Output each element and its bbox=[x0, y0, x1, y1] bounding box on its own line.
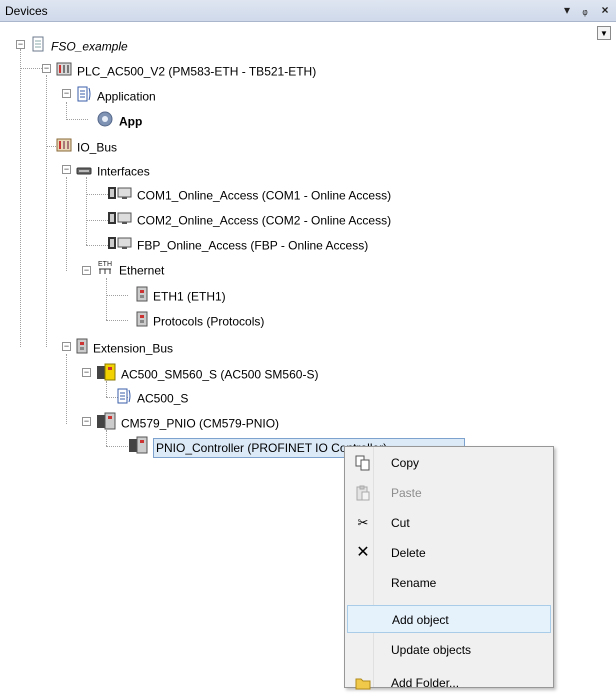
tree-label: App bbox=[119, 114, 143, 129]
application-icon bbox=[76, 86, 92, 107]
tree-item-com1[interactable]: COM1_Online_Access (COM1 - Online Access… bbox=[108, 185, 391, 203]
tree-label: AC500_SM560_S (AC500 SM560-S) bbox=[121, 367, 319, 382]
tree-label: Ethernet bbox=[119, 263, 165, 278]
plc-icon bbox=[56, 61, 72, 82]
menu-item-rename[interactable]: Rename bbox=[347, 569, 551, 597]
menu-item-add-object[interactable]: Add object bbox=[347, 605, 551, 633]
delete-x-icon: ✕ bbox=[356, 544, 370, 561]
menu-item-cut[interactable]: ✂ Cut bbox=[347, 509, 551, 537]
interfaces-icon bbox=[76, 161, 92, 182]
io-bus-icon bbox=[56, 137, 72, 158]
tree-label: IO_Bus bbox=[77, 140, 118, 155]
menu-item-label: Rename bbox=[391, 576, 437, 590]
paste-icon bbox=[355, 485, 371, 501]
tree-item-protocols[interactable]: Protocols (Protocols) bbox=[136, 311, 264, 329]
tree-label: ETH1 (ETH1) bbox=[153, 289, 226, 304]
collapse-toggle-interfaces[interactable]: − bbox=[62, 165, 71, 174]
panel-title: Devices bbox=[5, 4, 48, 18]
tree-label: FBP_Online_Access (FBP - Online Access) bbox=[137, 238, 369, 253]
online-access-icon bbox=[108, 185, 132, 206]
menu-item-label: Copy bbox=[391, 456, 420, 470]
module-icon bbox=[76, 338, 88, 359]
pin-icon[interactable]: ᵩ bbox=[578, 3, 592, 17]
tree-label: FSO_example bbox=[51, 39, 128, 54]
project-icon bbox=[30, 36, 46, 57]
svg-text:ETH: ETH bbox=[98, 261, 112, 268]
tree-item-extension-bus[interactable]: Extension_Bus bbox=[76, 338, 173, 356]
tree-label: COM1_Online_Access (COM1 - Online Access… bbox=[137, 188, 392, 203]
menu-item-label: Update objects bbox=[391, 643, 472, 657]
menu-item-label: Delete bbox=[391, 546, 426, 560]
tree-label: AC500_S bbox=[137, 391, 189, 406]
tree-label: Extension_Bus bbox=[93, 341, 174, 356]
tree-item-ethernet[interactable]: ETH Ethernet bbox=[96, 259, 165, 278]
tree-item-eth1[interactable]: ETH1 (ETH1) bbox=[136, 286, 226, 304]
tree-item-com2[interactable]: COM2_Online_Access (COM2 - Online Access… bbox=[108, 210, 391, 228]
collapse-toggle-ethernet[interactable]: − bbox=[82, 266, 91, 275]
menu-item-paste[interactable]: Paste bbox=[347, 479, 551, 507]
gear-icon bbox=[96, 110, 114, 133]
tree-item-sm560[interactable]: AC500_SM560_S (AC500 SM560-S) bbox=[96, 363, 319, 382]
collapse-toggle-cm579[interactable]: − bbox=[82, 417, 91, 426]
ethernet-icon: ETH bbox=[96, 259, 114, 282]
menu-item-delete[interactable]: ✕ Delete bbox=[347, 539, 551, 567]
module-icon bbox=[136, 311, 148, 332]
menu-item-copy[interactable]: Copy bbox=[347, 449, 551, 477]
tree-item-interfaces[interactable]: Interfaces bbox=[76, 161, 150, 179]
module-icon bbox=[136, 286, 148, 307]
tree-item-ac500-s[interactable]: AC500_S bbox=[116, 388, 188, 406]
tree-label: Application bbox=[97, 89, 156, 104]
menu-item-label: Cut bbox=[391, 516, 410, 530]
online-access-icon bbox=[108, 210, 132, 231]
tree-item-fbp[interactable]: FBP_Online_Access (FBP - Online Access) bbox=[108, 235, 368, 253]
collapse-toggle-extension-bus[interactable]: − bbox=[62, 342, 71, 351]
tree-label: CM579_PNIO (CM579-PNIO) bbox=[121, 416, 280, 431]
menu-item-update-objects[interactable]: Update objects bbox=[347, 636, 551, 664]
menu-item-label: Add Folder... bbox=[391, 676, 460, 690]
close-icon[interactable]: × bbox=[598, 3, 612, 17]
collapse-toggle-root[interactable]: − bbox=[16, 40, 25, 49]
dropdown-arrow-icon[interactable]: ▾ bbox=[560, 3, 574, 17]
tree-item-plc[interactable]: PLC_AC500_V2 (PM583-ETH - TB521-ETH) bbox=[56, 61, 316, 79]
communication-module-icon bbox=[96, 412, 116, 435]
tree-item-io-bus[interactable]: IO_Bus bbox=[56, 137, 117, 155]
tree-label: COM2_Online_Access (COM2 - Online Access… bbox=[137, 213, 392, 228]
folder-icon bbox=[355, 675, 371, 691]
menu-item-label: Add object bbox=[392, 613, 449, 627]
collapse-toggle-sm560[interactable]: − bbox=[82, 368, 91, 377]
tree-item-app[interactable]: App bbox=[96, 110, 143, 129]
devices-panel-titlebar: Devices ▾ ᵩ × bbox=[0, 0, 616, 22]
context-menu: Copy Paste ✂ Cut ✕ Delete Rename Add obj… bbox=[344, 446, 554, 690]
menu-item-label: Paste bbox=[391, 486, 422, 500]
communication-module-icon bbox=[128, 436, 148, 459]
copy-icon bbox=[355, 455, 371, 471]
tree-item-root[interactable]: FSO_example bbox=[30, 36, 128, 54]
tree-label: Interfaces bbox=[97, 164, 150, 179]
scissors-icon: ✂ bbox=[357, 515, 369, 530]
tree-label: Protocols (Protocols) bbox=[153, 314, 265, 329]
menu-item-add-folder[interactable]: Add Folder... bbox=[347, 669, 551, 697]
application-icon bbox=[116, 388, 132, 409]
tree-item-application[interactable]: Application bbox=[76, 86, 156, 104]
collapse-toggle-plc[interactable]: − bbox=[42, 64, 51, 73]
online-access-icon bbox=[108, 235, 132, 256]
safety-module-icon bbox=[96, 363, 116, 386]
tree-label: PLC_AC500_V2 (PM583-ETH - TB521-ETH) bbox=[77, 64, 317, 79]
collapse-toggle-application[interactable]: − bbox=[62, 89, 71, 98]
tree-item-cm579[interactable]: CM579_PNIO (CM579-PNIO) bbox=[96, 412, 280, 431]
